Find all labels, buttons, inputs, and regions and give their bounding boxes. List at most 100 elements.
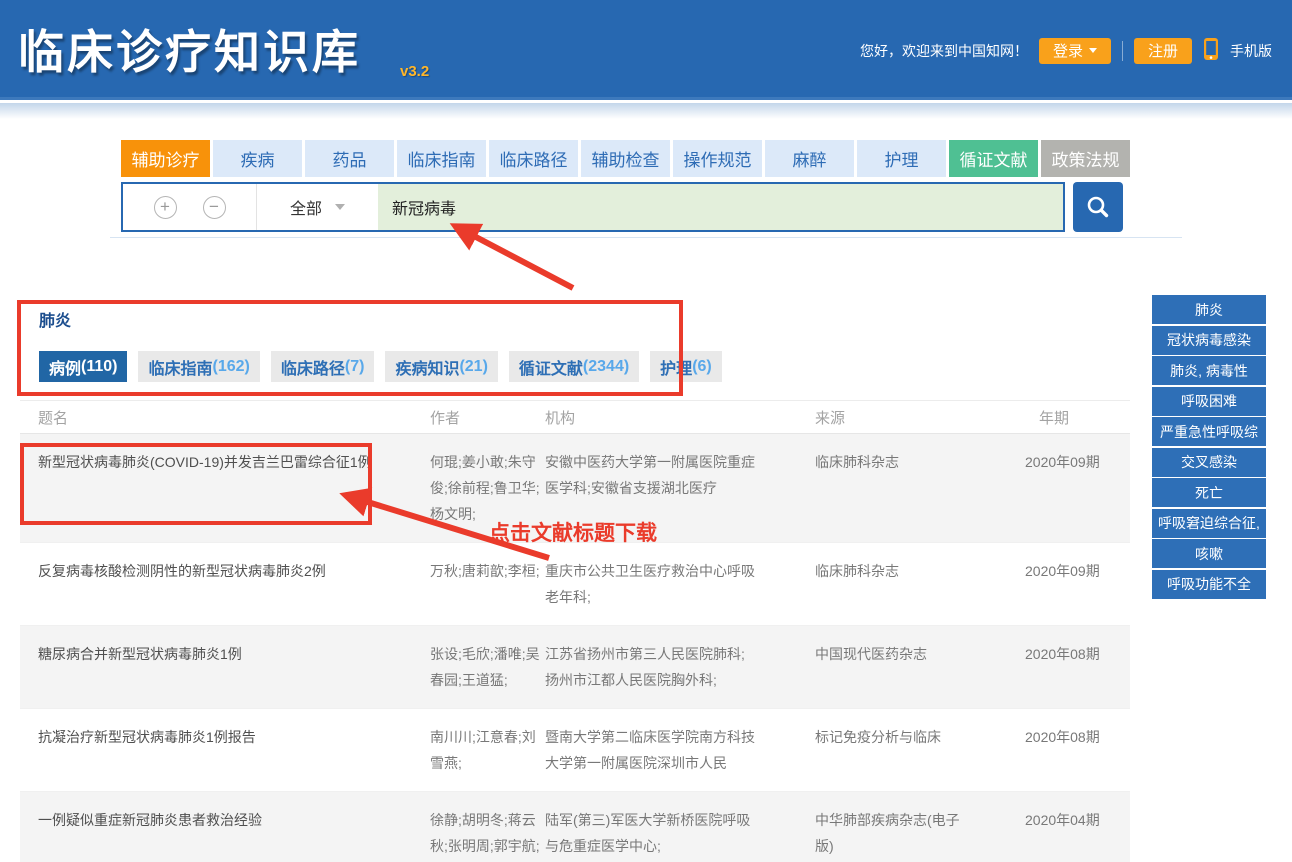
filter-tab-label: 病例 bbox=[49, 355, 81, 379]
filter-tab-label: 临床路径 bbox=[281, 355, 345, 379]
column-header-period: 年期 bbox=[1025, 407, 1130, 428]
greeting-text: 您好，欢迎来到中国知网！ bbox=[860, 41, 1028, 61]
nav-tabs: 辅助诊疗 疾病 药品 临床指南 临床路径 辅助检查 操作规范 麻醉 护理 循证文… bbox=[121, 140, 1133, 177]
header-right: 您好，欢迎来到中国知网！ 登录 注册 手机版 bbox=[860, 37, 1272, 64]
column-header-title: 题名 bbox=[20, 407, 430, 428]
register-button-label: 注册 bbox=[1148, 40, 1178, 61]
article-institution: 重庆市公共卫生医疗救治中心呼吸老年科; bbox=[545, 558, 815, 610]
article-authors: 何琨;姜小敢;朱守俊;徐前程;鲁卫华;杨文明; bbox=[430, 449, 545, 527]
related-term-pneumonia[interactable]: 肺炎 bbox=[1152, 295, 1266, 324]
mobile-version-label[interactable]: 手机版 bbox=[1230, 41, 1272, 61]
article-period: 2020年04期 bbox=[1025, 807, 1130, 862]
filter-tab-count: (7) bbox=[345, 358, 365, 376]
filter-tab-label: 循证文献 bbox=[519, 355, 583, 379]
related-term-respiratory-insufficiency[interactable]: 呼吸功能不全 bbox=[1152, 570, 1266, 599]
divider bbox=[1122, 41, 1123, 61]
result-filter-tabs: 病例(110) 临床指南(162) 临床路径(7) 疾病知识(21) 循证文献(… bbox=[39, 351, 722, 382]
article-source: 中国现代医药杂志 bbox=[815, 641, 1025, 693]
result-keyword: 肺炎 bbox=[39, 307, 71, 331]
search-row-controls: + − bbox=[123, 184, 256, 230]
article-institution: 江苏省扬州市第三人民医院肺科;扬州市江都人民医院胸外科; bbox=[545, 641, 815, 693]
filter-tab-count: (110) bbox=[81, 358, 117, 376]
minus-icon[interactable]: − bbox=[203, 196, 226, 219]
chevron-down-icon bbox=[1089, 48, 1097, 53]
header: 临床诊疗知识库 v3.2 您好，欢迎来到中国知网！ 登录 注册 手机版 bbox=[0, 0, 1292, 100]
filter-tab-disease-knowledge[interactable]: 疾病知识(21) bbox=[385, 351, 497, 382]
article-source: 标记免疫分析与临床 bbox=[815, 724, 1025, 776]
filter-tab-label: 护理 bbox=[660, 355, 692, 379]
column-header-source: 来源 bbox=[815, 407, 1025, 428]
article-source: 临床肺科杂志 bbox=[815, 558, 1025, 610]
filter-tab-evidence[interactable]: 循证文献(2344) bbox=[509, 351, 639, 382]
chevron-down-icon bbox=[335, 204, 345, 210]
filter-tab-label: 疾病知识 bbox=[395, 355, 459, 379]
filter-tab-label: 临床指南 bbox=[148, 355, 212, 379]
header-fade bbox=[0, 103, 1292, 119]
register-button[interactable]: 注册 bbox=[1134, 38, 1192, 64]
filter-tab-count: (21) bbox=[459, 358, 487, 376]
article-authors: 万秋;唐莉歆;李桓; bbox=[430, 558, 545, 610]
nav-tab-clinical-pathway[interactable]: 临床路径 bbox=[489, 140, 578, 177]
filter-tab-nursing[interactable]: 护理(6) bbox=[650, 351, 722, 382]
table-row: 抗凝治疗新型冠状病毒肺炎1例报告 南川川;江意春;刘雪燕; 暨南大学第二临床医学… bbox=[20, 709, 1130, 792]
page: 临床诊疗知识库 v3.2 您好，欢迎来到中国知网！ 登录 注册 手机版 bbox=[0, 0, 1292, 862]
nav-tab-assisted-diagnosis[interactable]: 辅助诊疗 bbox=[121, 140, 210, 177]
login-button[interactable]: 登录 bbox=[1039, 38, 1111, 64]
filter-tab-count: (6) bbox=[692, 358, 712, 376]
filter-tab-guidelines[interactable]: 临床指南(162) bbox=[138, 351, 259, 382]
article-authors: 南川川;江意春;刘雪燕; bbox=[430, 724, 545, 776]
filter-tab-pathways[interactable]: 临床路径(7) bbox=[271, 351, 375, 382]
annotation-arrow-search-query bbox=[455, 226, 573, 288]
related-term-dyspnea[interactable]: 呼吸困难 bbox=[1152, 387, 1266, 416]
nav-tab-auxiliary-exam[interactable]: 辅助检查 bbox=[581, 140, 670, 177]
related-term-cross-infection[interactable]: 交叉感染 bbox=[1152, 448, 1266, 477]
table-row: 反复病毒核酸检测阴性的新型冠状病毒肺炎2例 万秋;唐莉歆;李桓; 重庆市公共卫生… bbox=[20, 543, 1130, 626]
results-table: 题名 作者 机构 来源 年期 新型冠状病毒肺炎(COVID-19)并发吉兰巴雷综… bbox=[20, 400, 1130, 862]
article-title-link[interactable]: 糖尿病合并新型冠状病毒肺炎1例 bbox=[20, 641, 430, 693]
related-term-sars[interactable]: 严重急性呼吸综 bbox=[1152, 417, 1266, 446]
article-institution: 暨南大学第二临床医学院南方科技大学第一附属医院深圳市人民 bbox=[545, 724, 815, 776]
related-term-respiratory-distress[interactable]: 呼吸窘迫综合征, bbox=[1152, 509, 1266, 538]
nav-tab-drug[interactable]: 药品 bbox=[305, 140, 394, 177]
article-institution: 安徽中医药大学第一附属医院重症医学科;安徽省支援湖北医疗 bbox=[545, 449, 815, 527]
nav-tab-clinical-guideline[interactable]: 临床指南 bbox=[397, 140, 486, 177]
article-period: 2020年09期 bbox=[1025, 558, 1130, 610]
related-terms-sidebar: 肺炎 冠状病毒感染 肺炎, 病毒性 呼吸困难 严重急性呼吸综 交叉感染 死亡 呼… bbox=[1152, 295, 1266, 600]
phone-icon[interactable] bbox=[1203, 37, 1219, 64]
table-header: 题名 作者 机构 来源 年期 bbox=[20, 401, 1130, 434]
article-authors: 徐静;胡明冬;蒋云秋;张明周;郭宇航;李琦;王关嵩; bbox=[430, 807, 545, 862]
article-title-link[interactable]: 抗凝治疗新型冠状病毒肺炎1例报告 bbox=[20, 724, 430, 776]
nav-tab-anesthesia[interactable]: 麻醉 bbox=[765, 140, 854, 177]
login-button-label: 登录 bbox=[1053, 40, 1083, 61]
nav-tab-evidence-literature[interactable]: 循证文献 bbox=[949, 140, 1038, 177]
related-term-coronavirus-infection[interactable]: 冠状病毒感染 bbox=[1152, 326, 1266, 355]
filter-tab-cases[interactable]: 病例(110) bbox=[39, 351, 127, 382]
nav-tab-operation-standard[interactable]: 操作规范 bbox=[673, 140, 762, 177]
plus-icon[interactable]: + bbox=[154, 196, 177, 219]
article-source: 临床肺科杂志 bbox=[815, 449, 1025, 527]
search-scope-dropdown[interactable]: 全部 bbox=[256, 184, 378, 230]
filter-tab-count: (162) bbox=[213, 358, 250, 376]
nav-tab-nursing[interactable]: 护理 bbox=[857, 140, 946, 177]
article-institution: 陆军(第三)军医大学新桥医院呼吸与危重症医学中心; bbox=[545, 807, 815, 862]
divider bbox=[110, 237, 1182, 238]
column-header-institution: 机构 bbox=[545, 407, 815, 428]
table-row: 一例疑似重症新冠肺炎患者救治经验 徐静;胡明冬;蒋云秋;张明周;郭宇航;李琦;王… bbox=[20, 792, 1130, 862]
article-title-link[interactable]: 反复病毒核酸检测阴性的新型冠状病毒肺炎2例 bbox=[20, 558, 430, 610]
article-period: 2020年08期 bbox=[1025, 724, 1130, 776]
search-button[interactable] bbox=[1073, 182, 1123, 232]
related-term-death[interactable]: 死亡 bbox=[1152, 478, 1266, 507]
article-period: 2020年09期 bbox=[1025, 449, 1130, 527]
article-title-link[interactable]: 一例疑似重症新冠肺炎患者救治经验 bbox=[20, 807, 430, 862]
article-title-link[interactable]: 新型冠状病毒肺炎(COVID-19)并发吉兰巴雷综合征1例 bbox=[20, 449, 430, 527]
related-term-cough[interactable]: 咳嗽 bbox=[1152, 539, 1266, 568]
article-authors: 张设;毛欣;潘唯;吴春园;王道猛; bbox=[430, 641, 545, 693]
column-header-authors: 作者 bbox=[430, 407, 545, 428]
article-source: 中华肺部疾病杂志(电子版) bbox=[815, 807, 1025, 862]
search-input[interactable] bbox=[378, 184, 1063, 230]
annotation-download-hint: 点击文献标题下载 bbox=[489, 517, 657, 547]
nav-tab-policy-regulation[interactable]: 政策法规 bbox=[1041, 140, 1130, 177]
nav-tab-disease[interactable]: 疾病 bbox=[213, 140, 302, 177]
site-version: v3.2 bbox=[400, 63, 429, 80]
related-term-viral-pneumonia[interactable]: 肺炎, 病毒性 bbox=[1152, 356, 1266, 385]
